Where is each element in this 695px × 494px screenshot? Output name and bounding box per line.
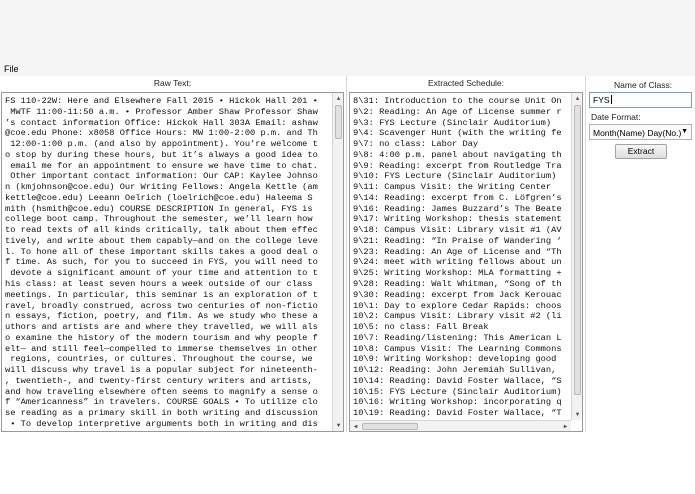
text-line: 9\25: Writing Workshop: MLA formatting + [353, 268, 562, 279]
text-line: 10\8: Campus Visit: The Learning Commons [353, 343, 562, 354]
date-format-label: Date Format: [591, 112, 641, 122]
class-name-value: FYS [593, 95, 610, 105]
text-line: o examine the history of the modern tour… [5, 332, 318, 343]
text-line: 9\30: Reading: excerpt from Jack Kerouac [353, 289, 562, 300]
text-line: 9\23: Reading: An Age of License and “Th [353, 246, 562, 257]
text-line: 9\3: FYS Lecture (Sinclair Auditorium) [353, 117, 552, 128]
raw-text-header: Raw Text: [153, 78, 192, 88]
menu-file[interactable]: File [4, 64, 19, 74]
text-line: 9\4: Scavenger Hunt (with the writing fe [353, 128, 562, 139]
extract-button[interactable]: Extract [615, 144, 667, 159]
scroll-left-arrow-icon[interactable]: ◀ [350, 421, 361, 431]
text-line: f time. As such, for you to succeed in F… [5, 257, 318, 268]
text-line: 10\7: Reading/listening: This American L [353, 332, 562, 343]
text-line: meetings. In particular, this seminar is… [5, 289, 318, 300]
schedule-hscroll-thumb[interactable] [362, 423, 418, 430]
text-line: 9\2: Reading: An Age of License summer r [353, 106, 562, 117]
schedule-vertical-scrollbar[interactable]: ▲ ▼ [571, 93, 582, 420]
text-line: 10\15: FYS Lecture (Sinclair Auditorium) [353, 386, 562, 397]
text-line: 9\28: Reading: Walt Whitman, “Song of th [353, 279, 562, 290]
text-line: ravel, broadly construed, across two cen… [5, 300, 318, 311]
text-line: uthors and artists are and where they tr… [5, 322, 318, 333]
text-line: 10\2: Campus Visit: Library visit #2 (li [353, 311, 562, 322]
text-line: 10\16: Writing Workshop: incorporating q [353, 397, 562, 408]
text-line: 10\1: Day to explore Cedar Rapids: choos [353, 300, 562, 311]
class-name-label: Name of Class: [614, 80, 673, 90]
text-line: 9\17: Writing Workshop: thesis statement [353, 214, 562, 225]
text-line: se reading as a primary skill in both wr… [5, 408, 318, 419]
text-line: 10\14: Reading: David Foster Wallace, “S [353, 375, 562, 386]
schedule-scroll-thumb[interactable] [574, 105, 581, 395]
scroll-down-arrow-icon[interactable]: ▼ [572, 409, 582, 420]
extracted-schedule-area[interactable]: 8\31: Introduction to the course Unit On… [349, 92, 583, 432]
text-line: 9\9: Reading: excerpt from Routledge Tra [353, 160, 562, 171]
raw-text-area[interactable]: FS 110-22W: Here and Elsewhere Fall 2015… [1, 92, 344, 432]
text-line: 9\21: Reading: “In Praise of Wandering ‘ [353, 235, 562, 246]
text-line: 9\14: Reading: excerpt from C. Löfgren’s [353, 192, 562, 203]
text-line: ’s contact information Office: Hickok Ha… [5, 117, 318, 128]
text-line: 9\7: no class: Labor Day [353, 139, 479, 150]
text-line: 10\5: no class: Fall Break [353, 322, 489, 333]
text-line: mith (hsmith@coe.edu) COURSE DESCRIPTION… [5, 203, 313, 214]
text-line: o stop by during these hours, but it’s a… [5, 149, 318, 160]
text-line: @coe.edu Phone: x8058 Office Hours: MW 1… [5, 128, 318, 139]
class-name-input[interactable]: FYS [589, 92, 692, 108]
text-line: 10\12: Reading: John Jeremiah Sullivan, [353, 365, 557, 376]
schedule-lines: 8\31: Introduction to the course Unit On… [353, 96, 562, 419]
text-line: regions, countries, or cultures. Through… [5, 354, 313, 365]
text-line: tively, and write about them capably—and… [5, 235, 318, 246]
text-line: 9\18: Campus Visit: Library visit #1 (AV [353, 225, 562, 236]
text-line: email me for an appointment to ensure we… [5, 160, 318, 171]
text-line: l. To hone all of these important skills… [5, 246, 318, 257]
text-line: will discuss why travel is a popular sub… [5, 365, 318, 376]
text-line: 9\8: 4:00 p.m. panel about navigating th [353, 149, 562, 160]
text-line: his class: at least seven hours a week o… [5, 279, 313, 290]
raw-text-lines: FS 110-22W: Here and Elsewhere Fall 2015… [5, 96, 318, 430]
text-line: 8\31: Introduction to the course Unit On [353, 96, 562, 106]
scroll-right-arrow-icon[interactable]: ▶ [560, 421, 571, 431]
text-line: FS 110-22W: Here and Elsewhere Fall 2015… [5, 96, 318, 106]
splitter-right[interactable] [585, 76, 586, 432]
text-line: devote a significant amount of your time… [5, 268, 318, 279]
text-line: • To develop interpretive arguments both… [5, 418, 318, 429]
raw-text-vertical-scrollbar[interactable]: ▲ ▼ [332, 93, 343, 431]
text-line: 10\19: Reading: David Foster Wallace, “T [353, 408, 562, 419]
splitter-left[interactable] [346, 76, 347, 432]
text-line: elt— and still feel—compelled to immerse… [5, 343, 318, 354]
scroll-up-arrow-icon[interactable]: ▲ [572, 93, 582, 104]
text-caret [610, 95, 612, 104]
date-format-selected: Month(Name) Day(No.) [593, 128, 682, 138]
chevron-down-icon: ▼ [681, 128, 688, 135]
menu-bar: File [0, 0, 695, 76]
text-line: to read texts of all kinds critically, t… [5, 225, 318, 236]
raw-text-scroll-thumb[interactable] [335, 105, 342, 139]
text-line: f “Americanness” in travelers. COURSE GO… [5, 397, 318, 408]
text-line: 9\11: Campus Visit: the Writing Center [353, 182, 552, 193]
text-line: college boot camp. Throughout the semest… [5, 214, 313, 225]
schedule-horizontal-scrollbar[interactable]: ◀ ▶ [350, 420, 571, 431]
extracted-schedule-header: Extracted Schedule: [427, 78, 505, 88]
text-line: n essays, fiction, poetry, and film. As … [5, 311, 318, 322]
text-line: kettle@coe.edu) Leeann Oelrich (loelrich… [5, 192, 313, 203]
scroll-up-arrow-icon[interactable]: ▲ [333, 93, 343, 104]
text-line: Other important contact information: Our… [5, 171, 318, 182]
text-line: n (kmjohnson@coe.edu) Our Writing Fellow… [5, 182, 318, 193]
text-line: MWTF 11:00-11:50 a.m. • Professor Amber … [5, 106, 318, 117]
text-line: and how traveling elsewhere often seems … [5, 386, 318, 397]
scroll-down-arrow-icon[interactable]: ▼ [333, 420, 343, 431]
text-line: 12:00-1:00 p.m. (and also by appointment… [5, 139, 318, 150]
text-line: 9\16: Reading: James Buzzard’s The Beate [353, 203, 562, 214]
date-format-select[interactable]: Month(Name) Day(No.) ▼ [589, 124, 692, 140]
text-line: 10\9: Writing Workshop: developing good [353, 354, 557, 365]
text-line: 9\10: FYS Lecture (Sinclair Auditorium) [353, 171, 557, 182]
text-line: , twentieth-, and twenty-first century w… [5, 375, 313, 386]
text-line: 9\24: meet with writing fellows about un [353, 257, 562, 268]
